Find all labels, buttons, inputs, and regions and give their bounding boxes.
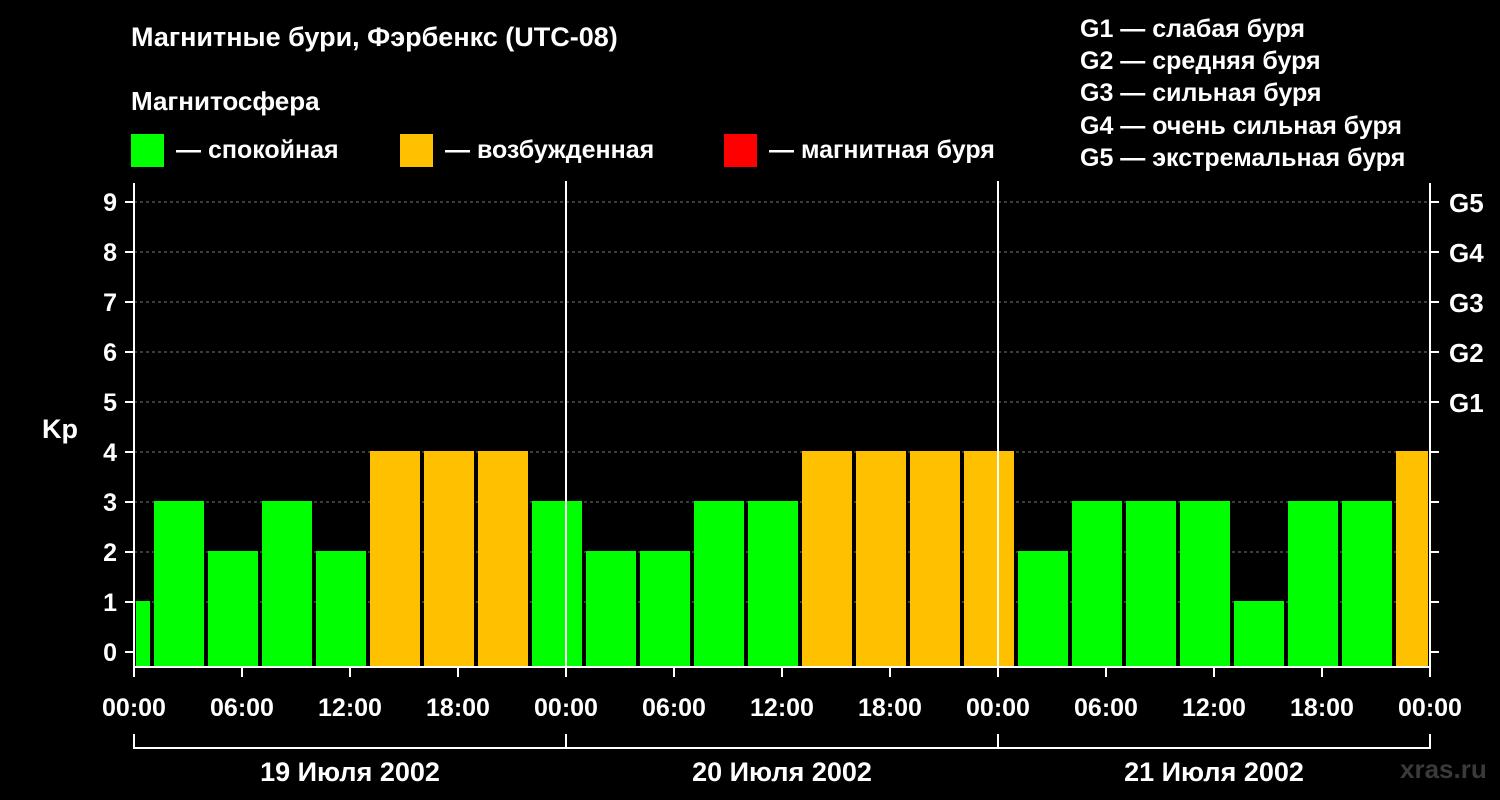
- kp-bar: [1072, 501, 1122, 667]
- kp-bar: [532, 501, 582, 667]
- kp-bar-chart: 0 1 2 3 4 5 6 7 8 9 G1 G2 G3 G4 G5 Kp 00:00 06:00 12:00 18:…: [42, 181, 1484, 787]
- g-level-label: G3: [1449, 288, 1484, 318]
- x-tick-label: 00:00: [102, 694, 166, 722]
- kp-bar: [136, 601, 150, 667]
- kp-bar: [208, 551, 258, 667]
- kp-bar: [1180, 501, 1230, 667]
- kp-bar: [1342, 501, 1392, 667]
- x-tick-label: 06:00: [642, 694, 706, 722]
- y-tick-label: 8: [103, 239, 117, 267]
- kp-bar: [748, 501, 798, 667]
- y-tick-label: 6: [103, 339, 117, 367]
- kp-bar: [910, 451, 960, 667]
- kp-bar: [370, 451, 420, 667]
- kp-bar: [1288, 501, 1338, 667]
- watermark: xras.ru: [1400, 754, 1487, 784]
- kp-bar: [694, 501, 744, 667]
- y-tick-label: 3: [103, 489, 117, 517]
- x-tick-label: 12:00: [318, 694, 382, 722]
- x-tick-label: 18:00: [426, 694, 490, 722]
- day-label: 21 Июля 2002: [1124, 757, 1304, 787]
- kp-bar: [640, 551, 690, 667]
- x-tick-label: 00:00: [966, 694, 1030, 722]
- kp-bar: [316, 551, 366, 667]
- kp-bar: [1396, 451, 1428, 667]
- kp-bar: [478, 451, 528, 667]
- kp-bar: [1126, 501, 1176, 667]
- kp-bar: [802, 451, 852, 667]
- y-tick-label: 5: [103, 389, 117, 417]
- x-tick-label: 06:00: [210, 694, 274, 722]
- g-level-label: G4: [1449, 238, 1484, 268]
- kp-bar: [1018, 551, 1068, 667]
- kp-bar: [154, 501, 204, 667]
- g-level-label: G2: [1449, 338, 1484, 368]
- kp-bar: [424, 451, 474, 667]
- x-tick-label: 18:00: [1290, 694, 1354, 722]
- y-axis-label: Kp: [42, 414, 78, 444]
- kp-bar: [964, 451, 1014, 667]
- y-tick-label: 1: [103, 589, 117, 617]
- y-tick-label: 9: [103, 189, 117, 217]
- day-label: 20 Июля 2002: [692, 757, 872, 787]
- y-tick-label: 7: [103, 289, 117, 317]
- g-level-label: G5: [1449, 188, 1484, 218]
- kp-bar: [586, 551, 636, 667]
- day-label: 19 Июля 2002: [260, 757, 440, 787]
- x-tick-label: 00:00: [1398, 694, 1462, 722]
- y-tick-label: 4: [103, 439, 117, 467]
- kp-bar: [856, 451, 906, 667]
- kp-bar: [1234, 601, 1284, 667]
- y-tick-label: 0: [103, 639, 117, 667]
- g-level-label: G1: [1449, 388, 1484, 418]
- kp-bar: [262, 501, 312, 667]
- x-tick-label: 12:00: [1182, 694, 1246, 722]
- x-tick-label: 18:00: [858, 694, 922, 722]
- x-tick-label: 06:00: [1074, 694, 1138, 722]
- x-tick-label: 12:00: [750, 694, 814, 722]
- y-tick-label: 2: [103, 539, 117, 567]
- x-tick-label: 00:00: [534, 694, 598, 722]
